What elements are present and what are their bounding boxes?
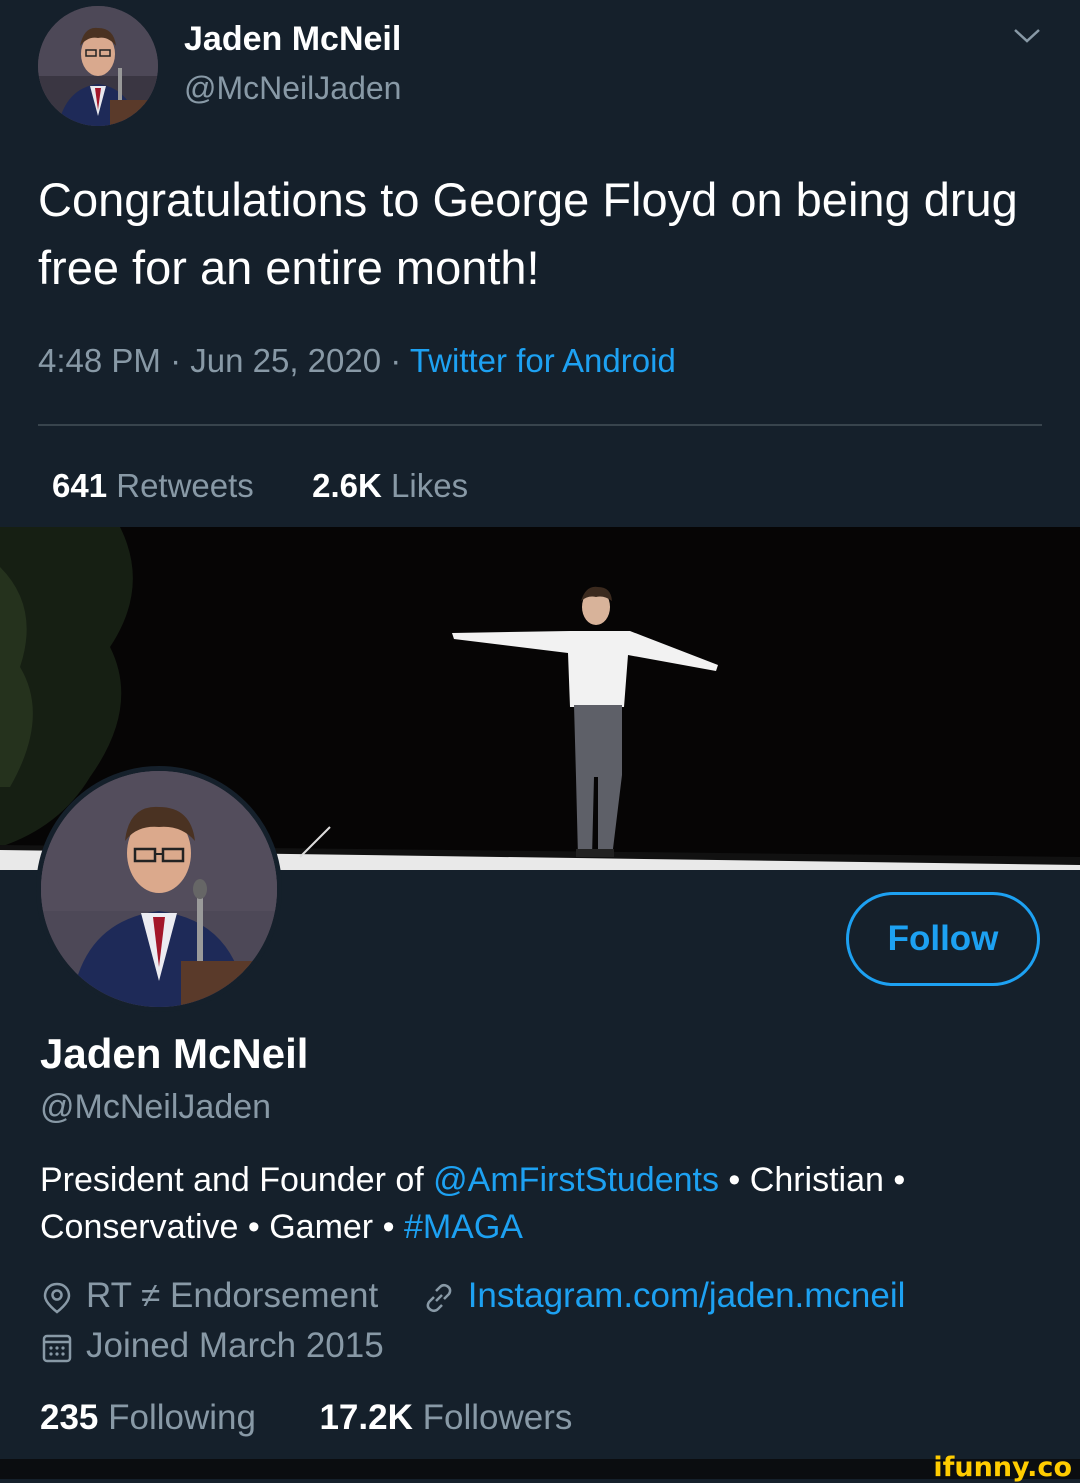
bio-hashtag-link[interactable]: #MAGA [404, 1208, 523, 1246]
retweets-count: 641 [52, 467, 108, 504]
calendar-icon [42, 1334, 72, 1362]
location-pin-icon [43, 1282, 71, 1314]
likes-label: Likes [391, 467, 469, 504]
profile-joined-row: Joined March 2015 [40, 1326, 384, 1366]
profile-name: Jaden McNeil [40, 1030, 309, 1077]
followers-label: Followers [422, 1398, 573, 1437]
profile-bio: President and Founder of @AmFirstStudent… [40, 1157, 1050, 1251]
following-stat[interactable]: 235 Following [40, 1398, 256, 1437]
tweet-date[interactable]: Jun 25, 2020 [190, 342, 381, 379]
followers-stat[interactable]: 17.2K Followers [319, 1398, 572, 1437]
profile-location: RT ≠ Endorsement [86, 1276, 379, 1315]
bio-text: President and Founder of [40, 1161, 434, 1199]
likes-stat[interactable]: 2.6K Likes [312, 467, 468, 504]
tweet-source[interactable]: Twitter for Android [410, 342, 676, 379]
tweet-author-handle[interactable]: @McNeilJaden [184, 70, 401, 107]
tweet-author-avatar[interactable] [38, 6, 158, 126]
link-icon [426, 1283, 452, 1312]
divider [38, 424, 1042, 426]
tweet-time[interactable]: 4:48 PM [38, 342, 161, 379]
likes-count: 2.6K [312, 467, 382, 504]
retweets-stat[interactable]: 641 Retweets [52, 467, 254, 504]
footer-bar [0, 1459, 1080, 1479]
follow-button[interactable]: Follow [846, 892, 1040, 986]
tweet-stats: 641 Retweets 2.6K Likes [52, 467, 468, 505]
watermark: ifunny.co [933, 1452, 1072, 1483]
bio-mention-link[interactable]: @AmFirstStudents [433, 1161, 719, 1199]
profile-handle: @McNeilJaden [40, 1088, 272, 1126]
chevron-down-icon[interactable] [1012, 26, 1042, 46]
tweet-author-name[interactable]: Jaden McNeil [184, 20, 401, 59]
following-count: 235 [40, 1398, 99, 1437]
meta-separator: · [390, 342, 402, 379]
tweet-meta: 4:48 PM · Jun 25, 2020 · Twitter for And… [38, 342, 676, 380]
profile-avatar[interactable] [36, 766, 282, 1012]
meta-separator: · [170, 342, 182, 379]
profile-info-row: RT ≠ Endorsement Instagram.com/jaden.mcn… [40, 1276, 905, 1316]
tweet-text: Congratulations to George Floyd on being… [38, 173, 1018, 294]
following-label: Following [108, 1398, 256, 1437]
profile-follow-stats: 235 Following 17.2K Followers [40, 1398, 572, 1438]
profile-website-link[interactable]: Instagram.com/jaden.mcneil [468, 1276, 906, 1315]
profile-joined: Joined March 2015 [86, 1326, 384, 1365]
tweet-card: Jaden McNeil @McNeilJaden Congratulation… [0, 0, 1080, 527]
followers-count: 17.2K [319, 1398, 413, 1437]
retweets-label: Retweets [116, 467, 254, 504]
